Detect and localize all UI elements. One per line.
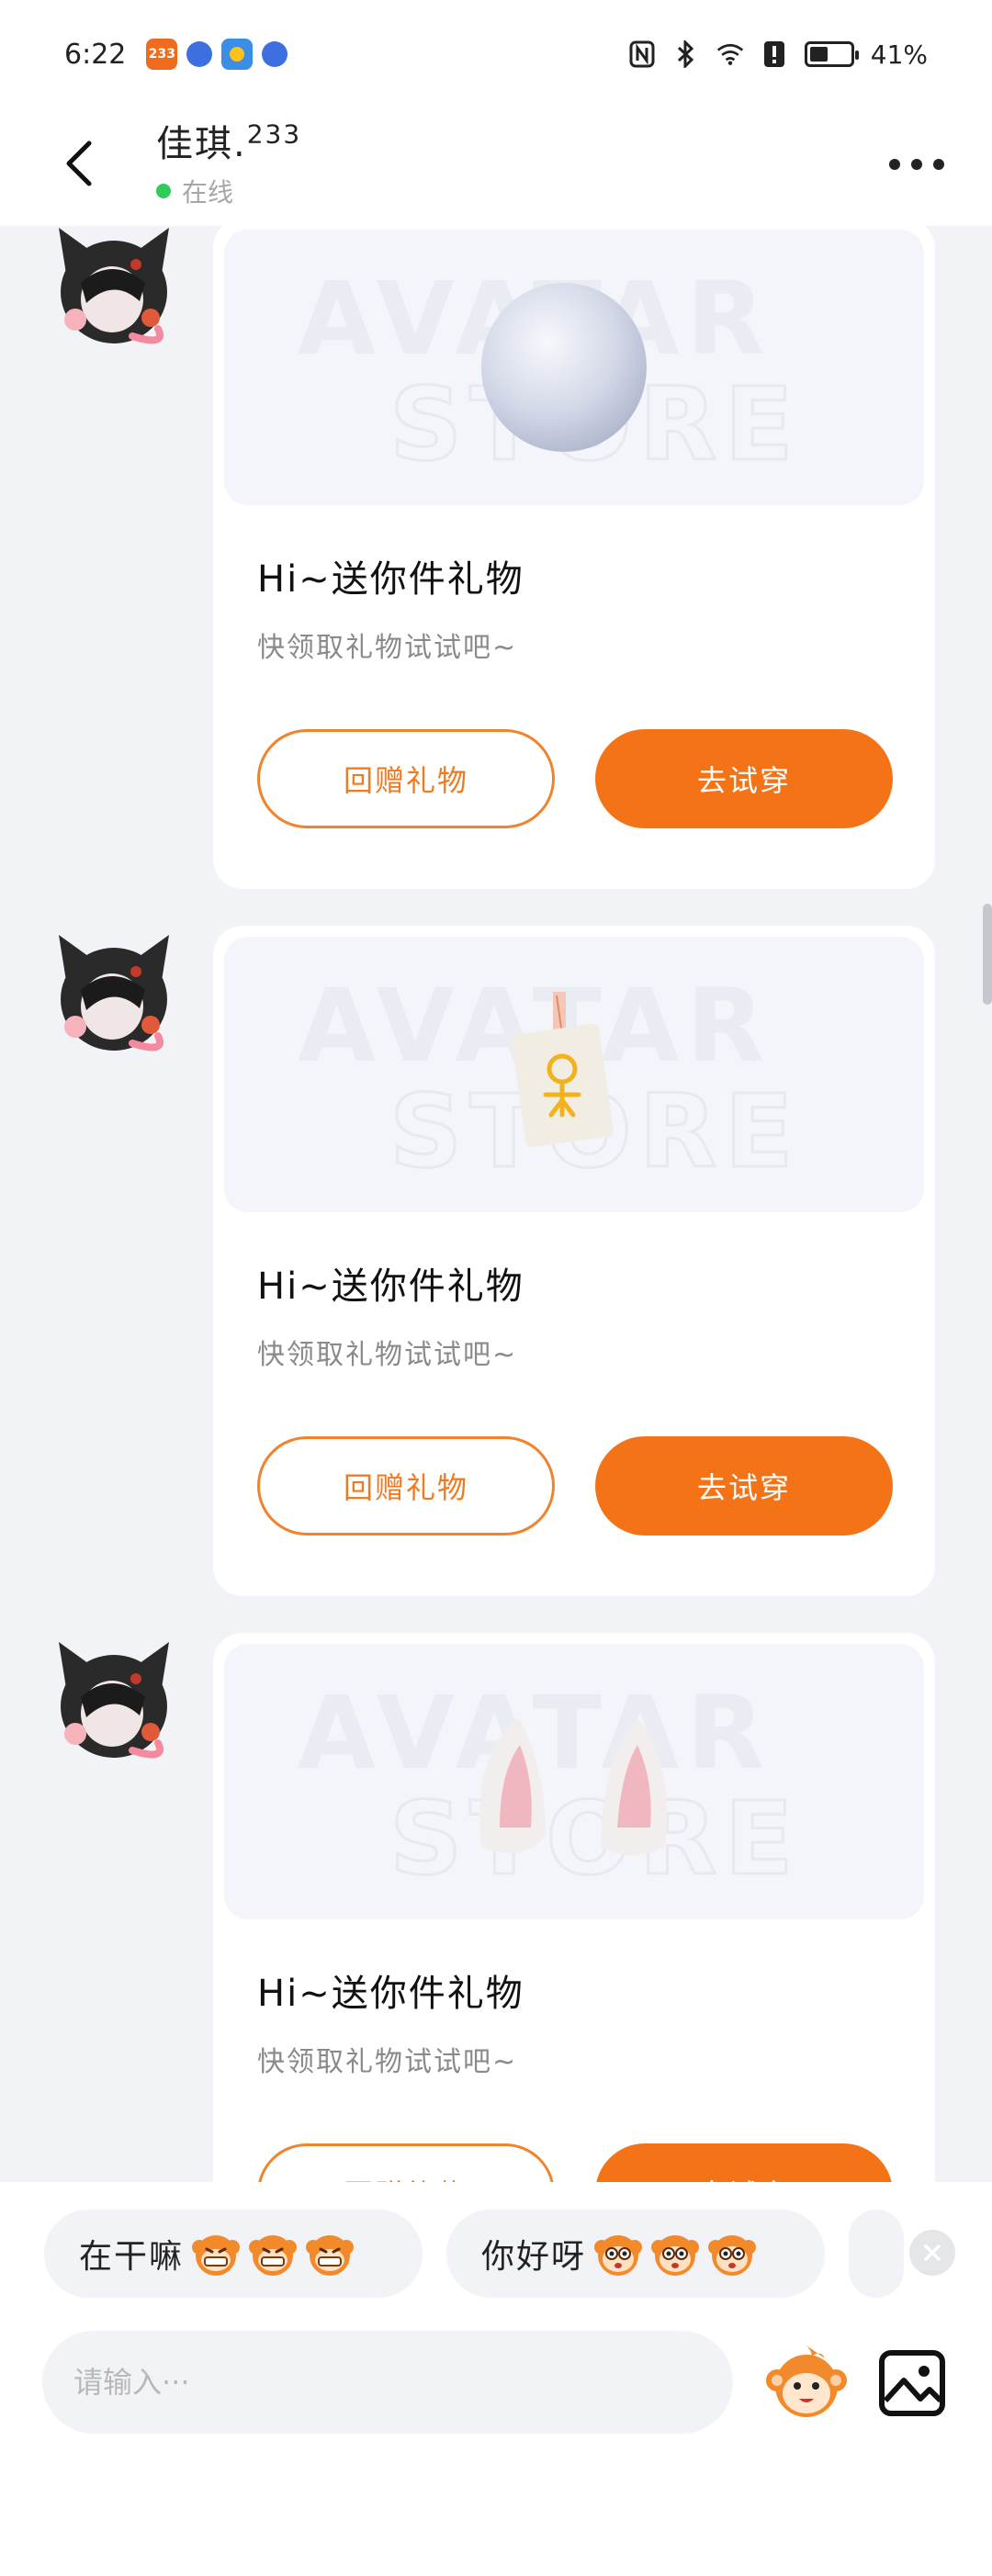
contact-name: 佳琪.233 xyxy=(156,118,302,165)
gift-title: Hi~送你件礼物 xyxy=(257,1973,524,2015)
gift-subtitle: 快领取礼物试试吧~ xyxy=(257,1339,518,1371)
bluetooth-icon xyxy=(672,40,700,68)
status-time: 6:22 xyxy=(64,38,127,71)
dot-icon xyxy=(889,159,900,170)
wifi-icon xyxy=(716,40,744,68)
close-quick-replies-button[interactable] xyxy=(909,2230,955,2276)
gift-item-cat-ears xyxy=(479,1717,667,1855)
gift-item-ball xyxy=(481,283,647,452)
chat-header: 佳琪.233 在线 xyxy=(0,108,992,226)
gift-image[interactable]: AVATAR STORE xyxy=(224,230,924,505)
gift-card: AVATAR STORE Hi~送你件礼物 快领取礼物试试吧~ 回赠礼物 去试穿 xyxy=(213,926,935,1596)
app-notification-icon: 233 xyxy=(146,39,178,70)
gift-subtitle: 快领取礼物试试吧~ xyxy=(257,2046,518,2078)
quick-reply-label: 你好呀 xyxy=(481,2238,587,2276)
return-gift-button[interactable]: 回赠礼物 xyxy=(257,2143,555,2182)
wide-eyed-monkey-icon xyxy=(651,2235,700,2276)
battery-icon xyxy=(804,41,859,67)
nfc-icon xyxy=(628,40,656,68)
return-gift-button[interactable]: 回赠礼物 xyxy=(257,729,555,828)
gift-image[interactable]: AVATAR STORE xyxy=(224,937,924,1212)
quick-reply-chip[interactable]: 你好呀 xyxy=(446,2210,825,2298)
message-input[interactable] xyxy=(42,2331,733,2434)
gift-card: AVATAR STORE Hi~送你件礼物 快领取礼物试试吧~ 回赠礼物 去试穿 xyxy=(213,1633,935,2182)
avatar[interactable] xyxy=(48,926,180,1063)
notification-dot-icon-2 xyxy=(262,41,288,67)
online-dot-icon xyxy=(156,184,171,198)
grin-monkey-icon xyxy=(306,2235,355,2276)
input-panel: 在干嘛 你好呀 xyxy=(0,2182,992,2576)
avatar[interactable] xyxy=(48,226,180,356)
gift-card: AVATAR STORE Hi~送你件礼物 快领取礼物试试吧~ 回赠礼物 去试穿 xyxy=(213,226,935,889)
gift-subtitle: 快领取礼物试试吧~ xyxy=(257,632,518,664)
online-status: 在线 xyxy=(156,173,301,209)
image-picker-button[interactable] xyxy=(876,2347,948,2419)
quick-reply-label: 在干嘛 xyxy=(79,2238,185,2276)
alert-icon xyxy=(761,40,788,68)
try-on-button[interactable]: 去试穿 xyxy=(595,729,893,828)
gift-image[interactable]: AVATAR STORE xyxy=(224,1644,924,1919)
grin-monkey-icon xyxy=(249,2235,298,2276)
scrollbar[interactable] xyxy=(983,904,992,1005)
try-on-button[interactable]: 去试穿 xyxy=(595,2143,893,2182)
notification-dot-icon xyxy=(186,41,213,67)
contact-info[interactable]: 佳琪.233 在线 xyxy=(156,114,301,209)
more-button[interactable] xyxy=(889,151,944,178)
dot-icon xyxy=(911,159,922,170)
dot-icon xyxy=(933,159,944,170)
avatar[interactable] xyxy=(48,1633,180,1771)
contact-name-suffix: 233 xyxy=(246,118,302,150)
gift-item-charm xyxy=(511,992,614,1148)
grin-monkey-icon xyxy=(192,2235,241,2276)
quick-reply-chip-partial[interactable] xyxy=(849,2210,904,2298)
wide-eyed-monkey-icon xyxy=(708,2235,757,2276)
return-gift-button[interactable]: 回赠礼物 xyxy=(257,1436,555,1535)
back-button[interactable] xyxy=(51,136,107,191)
chevron-left-icon xyxy=(66,141,92,186)
quick-reply-chip[interactable]: 在干嘛 xyxy=(44,2210,423,2298)
gift-title: Hi~送你件礼物 xyxy=(257,558,524,601)
weather-icon xyxy=(221,39,254,70)
try-on-button[interactable]: 去试穿 xyxy=(595,1436,893,1535)
online-status-label: 在线 xyxy=(182,177,234,208)
wide-eyed-monkey-icon xyxy=(594,2235,643,2276)
status-bar: 6:22 233 41% xyxy=(0,0,992,108)
close-icon xyxy=(924,2244,941,2261)
quick-reply-bar: 在干嘛 你好呀 xyxy=(0,2210,992,2301)
chat-message-list[interactable]: AVATAR STORE Hi~送你件礼物 快领取礼物试试吧~ 回赠礼物 去试穿 xyxy=(0,226,992,2182)
gift-title: Hi~送你件礼物 xyxy=(257,1266,524,1308)
battery-percent: 41% xyxy=(870,39,928,70)
emoji-button[interactable] xyxy=(764,2340,849,2424)
